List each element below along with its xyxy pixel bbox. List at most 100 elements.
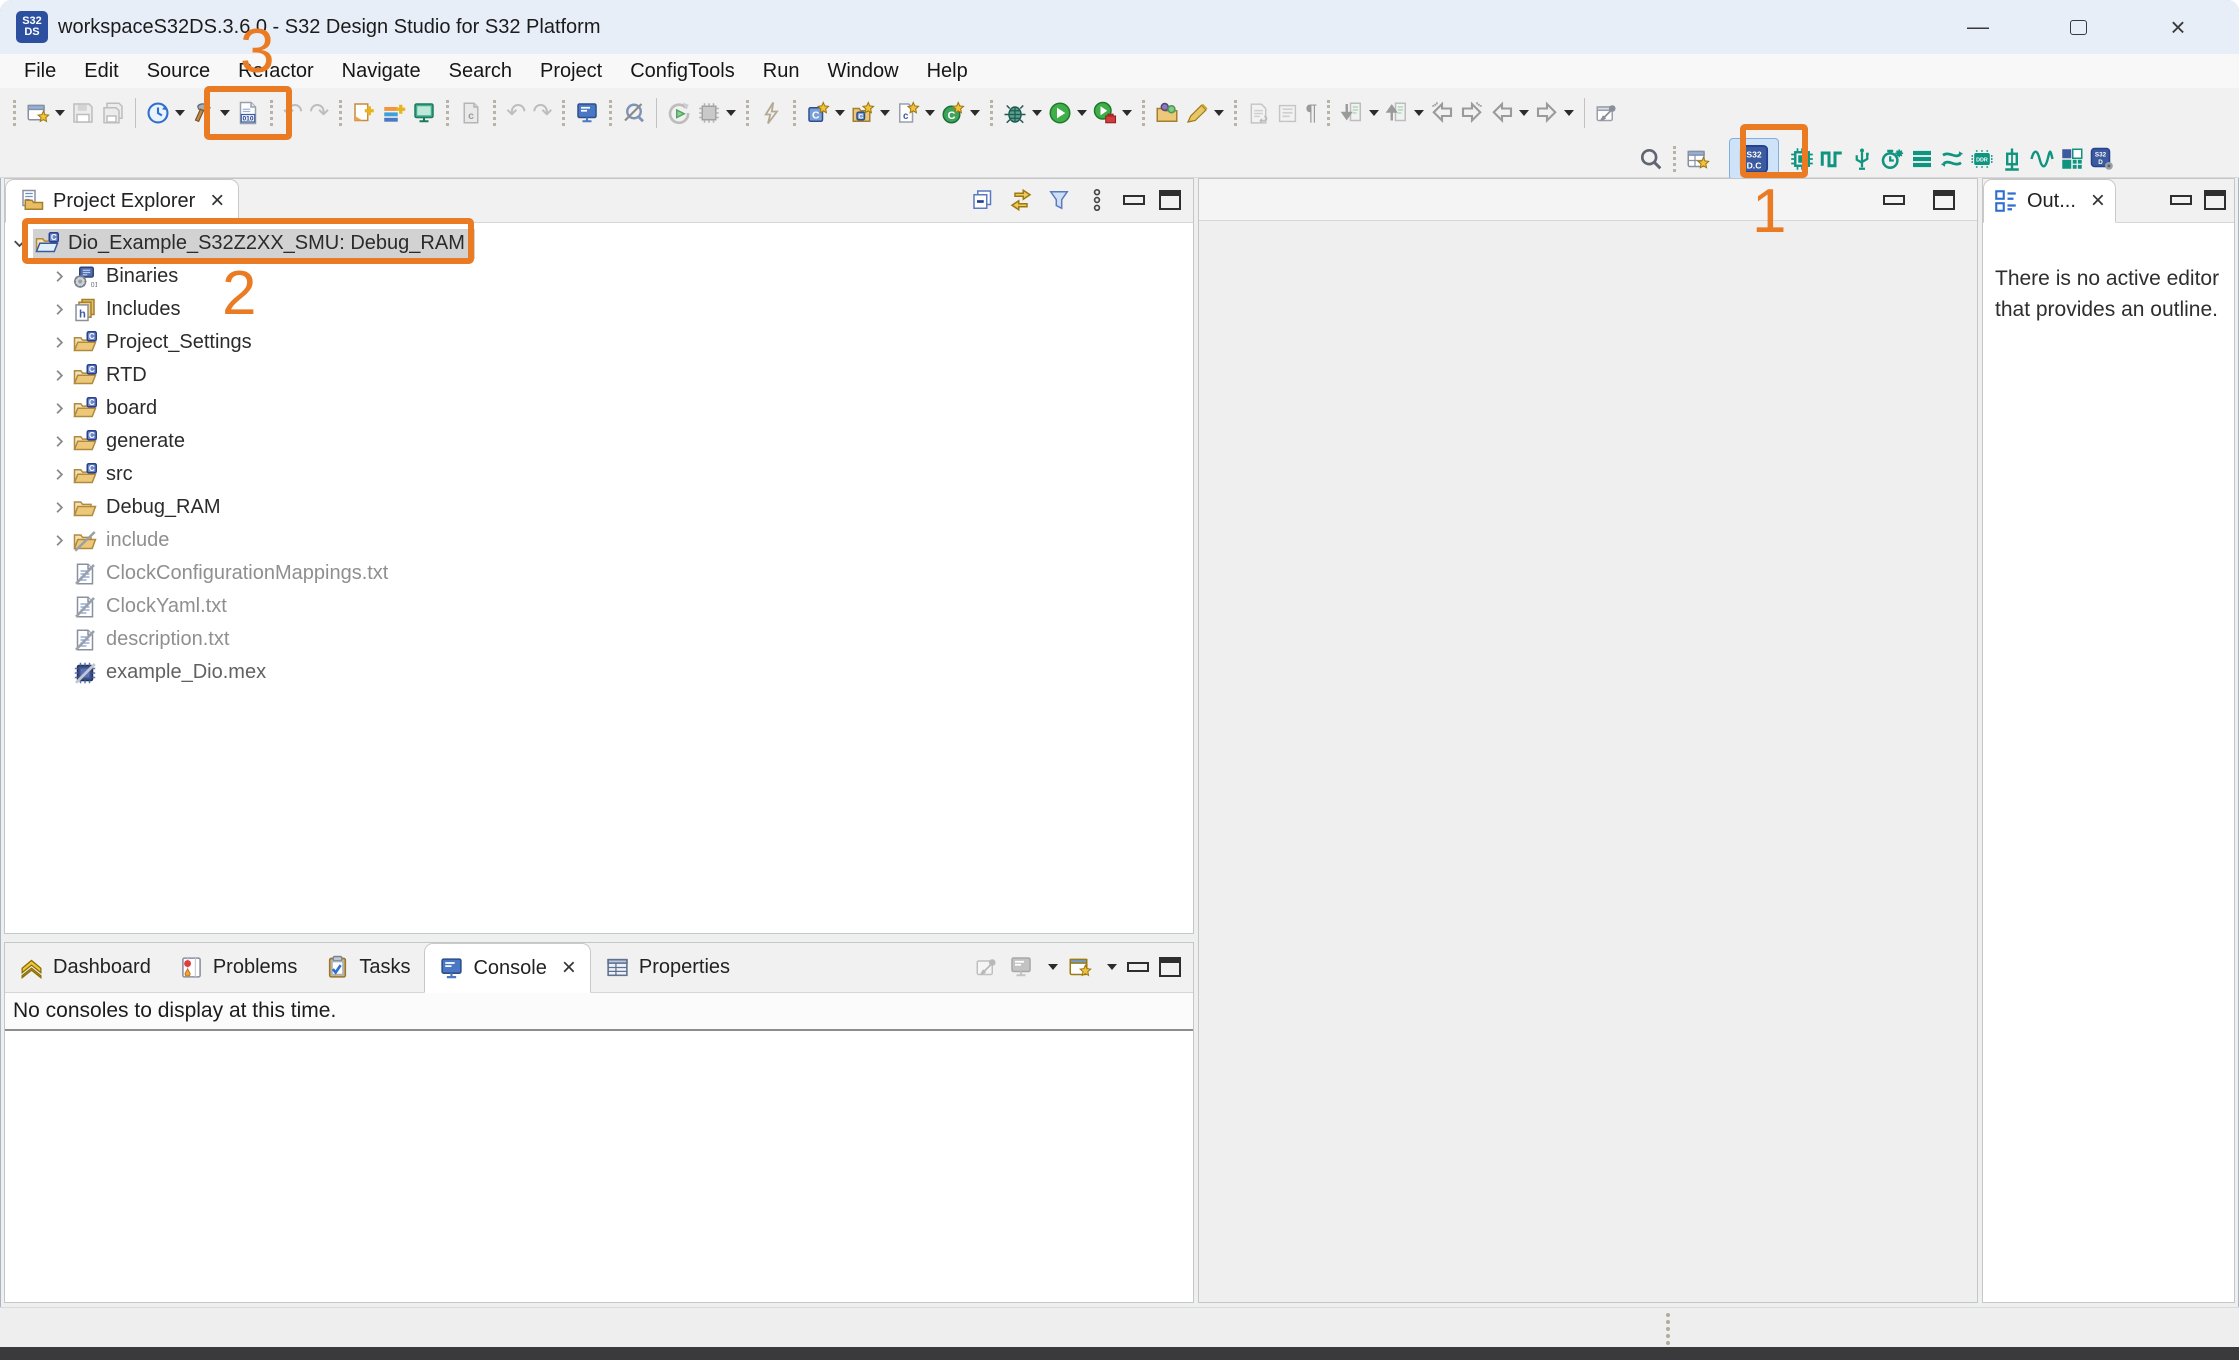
remote-systems-button[interactable] xyxy=(409,93,439,133)
ddr-tool-button[interactable]: DDR xyxy=(1967,139,1997,179)
signal-tool-button[interactable] xyxy=(2027,139,2057,179)
menu-source[interactable]: Source xyxy=(133,54,224,88)
next-edit-location-button[interactable] xyxy=(1457,93,1487,133)
last-edit-doc-button[interactable] xyxy=(1244,93,1273,133)
chevron-right-icon[interactable] xyxy=(45,298,73,322)
maximize-panel-icon[interactable] xyxy=(1159,190,1181,210)
link-with-editor-icon[interactable] xyxy=(1009,188,1033,212)
chevron-right-icon[interactable] xyxy=(45,265,73,289)
chevron-right-icon[interactable] xyxy=(45,364,73,388)
s32-update-button[interactable] xyxy=(143,93,188,133)
tab-console[interactable]: Console× xyxy=(424,943,590,993)
highlighter-button[interactable] xyxy=(1182,93,1227,133)
menu-run[interactable]: Run xyxy=(749,54,814,88)
menu-configtools[interactable]: ConfigTools xyxy=(616,54,749,88)
chevron-right-icon[interactable] xyxy=(45,397,73,421)
new-class-button[interactable]: C xyxy=(938,93,983,133)
new-s32ds-project-button[interactable]: C xyxy=(848,93,893,133)
chevron-right-icon[interactable] xyxy=(45,463,73,487)
run-button[interactable] xyxy=(1045,93,1090,133)
tree-item-include[interactable]: include xyxy=(5,524,1193,557)
tree-item-ClockYaml.txt[interactable]: ClockYaml.txt xyxy=(5,590,1193,623)
dropdown-caret[interactable] xyxy=(1048,964,1058,970)
previous-annotation-button[interactable] xyxy=(1382,93,1427,133)
minimize-panel-icon[interactable] xyxy=(1123,195,1145,205)
pin-console-icon[interactable] xyxy=(975,955,999,979)
close-icon[interactable]: × xyxy=(562,958,576,978)
new-c-project-button[interactable]: C xyxy=(803,93,848,133)
forward-button[interactable] xyxy=(1532,93,1577,133)
next-annotation-button[interactable] xyxy=(1337,93,1382,133)
last-edit-location-button[interactable] xyxy=(1427,93,1457,133)
search-button[interactable] xyxy=(1636,139,1666,179)
memory-tool-button[interactable] xyxy=(1907,139,1937,179)
new-chart-button[interactable] xyxy=(379,93,409,133)
pin-editor-button[interactable] xyxy=(1592,93,1622,133)
close-icon[interactable]: × xyxy=(210,191,224,211)
maximize-panel-icon[interactable] xyxy=(1159,957,1181,977)
minimize-panel-icon[interactable] xyxy=(1127,962,1149,972)
dropdown-caret[interactable] xyxy=(1107,964,1117,970)
restart-button[interactable] xyxy=(664,93,694,133)
open-element-button[interactable] xyxy=(1152,93,1182,133)
tab-properties[interactable]: Properties xyxy=(591,942,744,992)
close-button[interactable]: × xyxy=(2155,7,2201,47)
save-button[interactable] xyxy=(68,93,98,133)
efuse-tool-button[interactable] xyxy=(1997,139,2027,179)
profile-button[interactable] xyxy=(1090,93,1135,133)
tree-item-src[interactable]: Csrc xyxy=(5,458,1193,491)
clocks-tool-button[interactable] xyxy=(1877,139,1907,179)
tree-item-board[interactable]: Cboard xyxy=(5,392,1193,425)
tab-dashboard[interactable]: Dashboard xyxy=(5,942,165,992)
collapse-all-icon[interactable] xyxy=(971,188,995,212)
new-c-file-button[interactable]: c xyxy=(893,93,938,133)
tab-project-explorer[interactable]: Project Explorer × xyxy=(5,179,239,223)
maximize-panel-icon[interactable] xyxy=(2204,190,2226,210)
tab-problems[interactable]: Problems xyxy=(165,942,311,992)
minimize-panel-icon[interactable] xyxy=(1883,195,1905,205)
tree-item-Binaries[interactable]: 011Binaries xyxy=(5,260,1193,293)
redo-nav-button[interactable]: ↷ xyxy=(529,93,555,133)
new-table-button[interactable] xyxy=(349,93,379,133)
undo-nav-button[interactable]: ↶ xyxy=(503,93,529,133)
s32-config-tool-button[interactable]: S32D xyxy=(2087,139,2117,179)
chevron-right-icon[interactable] xyxy=(45,529,73,553)
open-perspective-button[interactable] xyxy=(1683,139,1713,179)
open-console-icon[interactable] xyxy=(1068,955,1092,979)
new-wizard-button[interactable] xyxy=(23,93,68,133)
maximize-panel-icon[interactable] xyxy=(1933,190,1955,210)
tree-item-description.txt[interactable]: description.txt xyxy=(5,623,1193,656)
minimize-panel-icon[interactable] xyxy=(2170,195,2192,205)
tab-tasks[interactable]: Tasks xyxy=(311,942,424,992)
minimize-button[interactable]: — xyxy=(1955,7,2001,47)
chevron-right-icon[interactable] xyxy=(45,496,73,520)
save-all-button[interactable] xyxy=(98,93,128,133)
mark-occurrences-button[interactable] xyxy=(619,93,649,133)
chevron-right-icon[interactable] xyxy=(45,331,73,355)
pilcrow-button[interactable]: ¶ xyxy=(1302,93,1320,133)
menu-window[interactable]: Window xyxy=(813,54,912,88)
ivt-tool-button[interactable] xyxy=(2057,139,2087,179)
menu-file[interactable]: File xyxy=(10,54,70,88)
open-console-toolbar-button[interactable] xyxy=(572,93,602,133)
menu-navigate[interactable]: Navigate xyxy=(328,54,435,88)
filter-icon[interactable] xyxy=(1047,188,1071,212)
back-button[interactable] xyxy=(1487,93,1532,133)
view-menu-icon[interactable] xyxy=(1085,188,1109,212)
menu-search[interactable]: Search xyxy=(435,54,526,88)
statusbar-drag-handle[interactable] xyxy=(1666,1313,1670,1345)
chevron-right-icon[interactable] xyxy=(45,430,73,454)
usb-tool-button[interactable] xyxy=(1847,139,1877,179)
menu-edit[interactable]: Edit xyxy=(70,54,132,88)
tree-item-RTD[interactable]: CRTD xyxy=(5,359,1193,392)
tab-outline[interactable]: Out... × xyxy=(1983,179,2116,223)
menu-help[interactable]: Help xyxy=(913,54,982,88)
tree-item-Debug_RAM[interactable]: Debug_RAM xyxy=(5,491,1193,524)
tree-item-ClockConfigurationMappings.txt[interactable]: ClockConfigurationMappings.txt xyxy=(5,557,1193,590)
redo-button[interactable]: ↷ xyxy=(306,93,332,133)
flash-button[interactable] xyxy=(756,93,786,133)
tree-item-Includes[interactable]: hIncludes xyxy=(5,293,1193,326)
maximize-button[interactable] xyxy=(2055,7,2101,47)
tree-item-example_Dio.mex[interactable]: example_Dio.mex xyxy=(5,656,1193,689)
c-file-button[interactable]: c xyxy=(456,93,486,133)
